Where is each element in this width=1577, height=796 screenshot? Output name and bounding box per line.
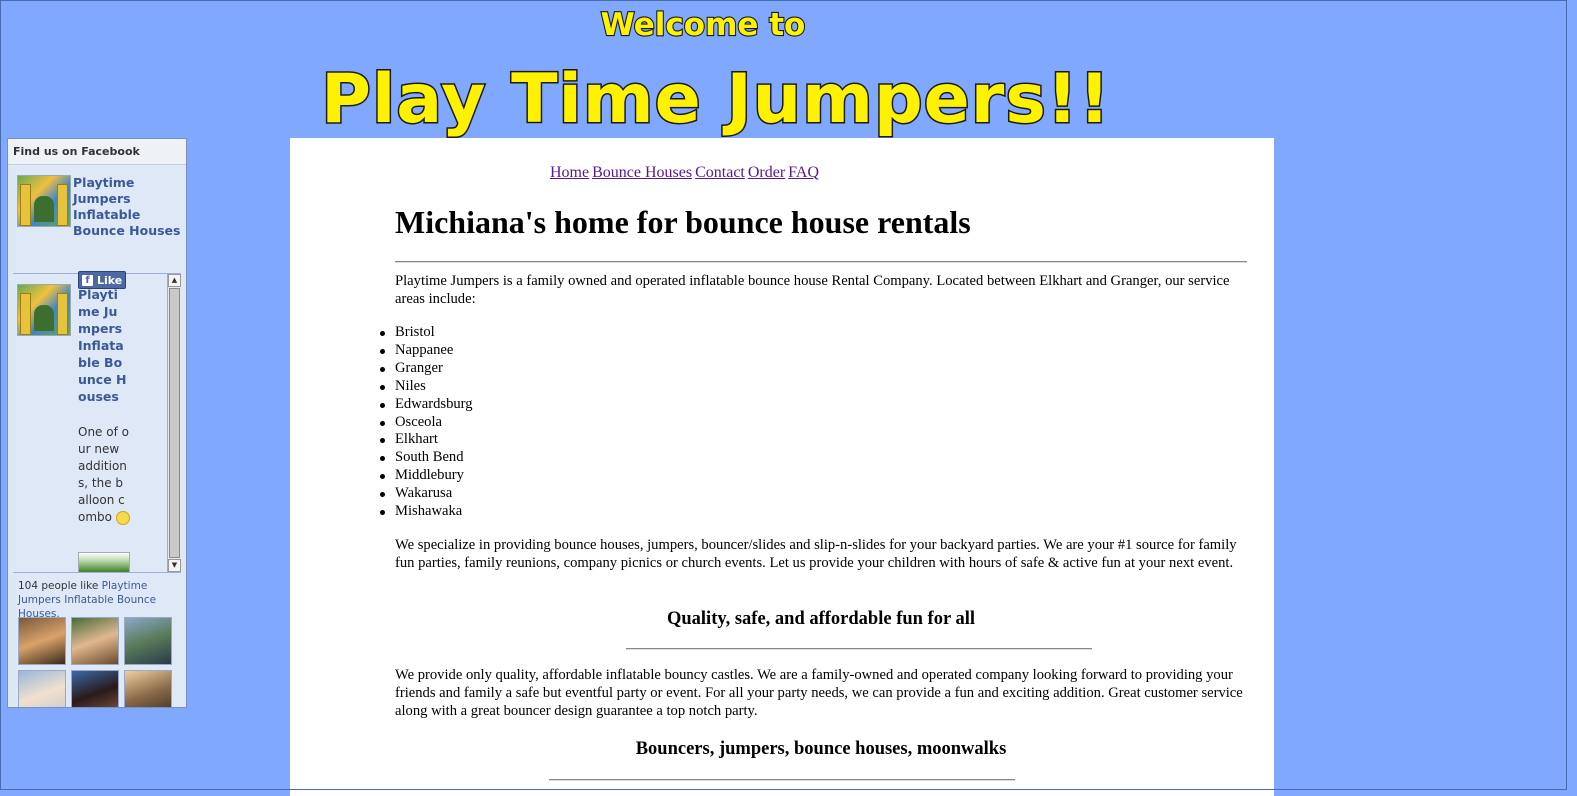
- scrollbar-thumb[interactable]: [169, 288, 180, 558]
- post-image[interactable]: [78, 552, 130, 572]
- service-area-item: Middlebury: [380, 467, 473, 485]
- post-author-link[interactable]: Playtime Jumpers Inflatable Bounce House…: [78, 286, 130, 405]
- fan-avatar[interactable]: [71, 617, 119, 665]
- service-area-item: South Bend: [380, 449, 473, 467]
- service-area-item: Nappanee: [380, 342, 473, 360]
- heading-divider: [395, 261, 1247, 263]
- service-area-item: Elkhart: [380, 431, 473, 449]
- fan-avatar[interactable]: [71, 670, 119, 707]
- bouncers-subheading: Bouncers, jumpers, bounce houses, moonwa…: [635, 739, 1007, 759]
- nav-faq[interactable]: FAQ: [788, 164, 819, 181]
- service-area-item: Osceola: [380, 414, 473, 432]
- page-name-link[interactable]: Playtime Jumpers Inflatable Bounce House…: [73, 175, 181, 239]
- service-area-item: Mishawaka: [380, 503, 473, 521]
- top-nav: Home Bounce Houses Contact Order FAQ: [550, 164, 822, 182]
- fan-avatar[interactable]: [18, 617, 66, 665]
- stream-scrollbar[interactable]: ▲ ▼: [167, 274, 181, 572]
- banner-graphic: Welcome to Play Time Jumpers!!: [320, 6, 1112, 138]
- main-content: Home Bounce Houses Contact Order FAQ Michian…: [290, 138, 1274, 796]
- post-author-thumbnail[interactable]: [17, 284, 71, 336]
- fan-avatar[interactable]: [124, 670, 172, 707]
- banner-title: Play Time Jumpers!!: [321, 60, 1111, 138]
- fan-count: 104 people like Playtime Jumpers Inflata…: [8, 573, 186, 621]
- banner-welcome: Welcome to: [601, 7, 806, 43]
- nav-home[interactable]: Home: [550, 164, 589, 181]
- quality-paragraph: We provide only quality, affordable infl…: [395, 667, 1243, 719]
- facebook-page-info: Playtime Jumpers Inflatable Bounce House…: [13, 165, 181, 289]
- smiley-icon: [115, 510, 130, 525]
- fan-avatar[interactable]: [124, 617, 172, 665]
- fan-count-text: 104 people like: [18, 580, 99, 592]
- specialize-paragraph: We specialize in providing bounce houses…: [395, 537, 1237, 571]
- fan-avatar[interactable]: [18, 670, 66, 707]
- quality-subheading: Quality, safe, and affordable fun for al…: [666, 609, 975, 629]
- facebook-stream[interactable]: Playtime Jumpers Inflatable Bounce House…: [13, 274, 181, 573]
- nav-contact[interactable]: Contact: [695, 164, 745, 181]
- nav-bounce-houses[interactable]: Bounce Houses: [592, 164, 692, 181]
- site-banner: Welcome to Play Time Jumpers!!: [0, 0, 1577, 138]
- page-thumbnail[interactable]: [17, 175, 71, 227]
- nav-order[interactable]: Order: [748, 164, 785, 181]
- intro-paragraph: Playtime Jumpers is a family owned and o…: [395, 273, 1230, 307]
- facebook-header: Find us on Facebook: [8, 139, 186, 165]
- bouncers-divider: [549, 779, 1015, 781]
- service-area-item: Niles: [380, 378, 473, 396]
- post-text: One of our new additions, the balloon co…: [78, 424, 130, 526]
- facebook-like-box: Find us on Facebook Playtime Jumpers Inf…: [7, 138, 187, 708]
- scroll-down-arrow-icon[interactable]: ▼: [168, 559, 181, 572]
- service-area-item: Wakarusa: [380, 485, 473, 503]
- service-areas-list: Bristol Nappanee Granger Niles Edwardsbu…: [380, 324, 473, 521]
- post-text-body: One of our new additions, the balloon co…: [78, 425, 129, 524]
- service-area-item: Granger: [380, 360, 473, 378]
- page-heading: Michiana's home for bounce house rentals: [395, 204, 971, 240]
- quality-divider: [626, 648, 1092, 650]
- scroll-up-arrow-icon[interactable]: ▲: [168, 274, 181, 287]
- service-area-item: Edwardsburg: [380, 395, 473, 412]
- service-area-item: Bristol: [380, 324, 473, 342]
